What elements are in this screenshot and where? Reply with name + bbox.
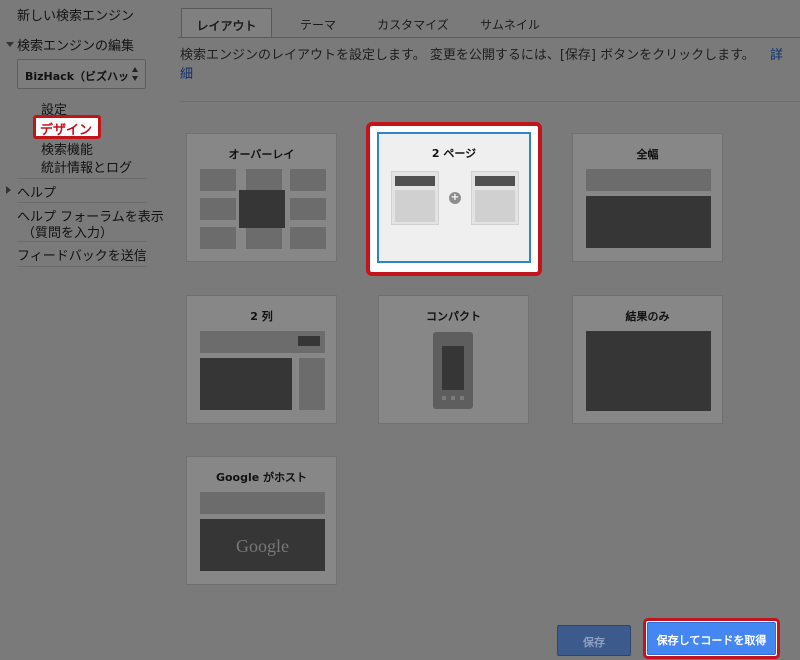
thumb-block [200,198,236,220]
phone-key [460,396,464,400]
sidebar-item-search-features[interactable]: 検索機能 [41,139,93,158]
thumb-body [395,190,435,222]
layout-label: オーバーレイ [228,148,295,161]
page-thumb [391,171,439,225]
help-forum-link-continued[interactable]: （質問を入力） [22,222,113,241]
new-engine-link[interactable]: 新しい検索エンジン [17,5,134,24]
help-link[interactable]: ヘルプ [17,182,56,201]
thumb-block [200,227,236,249]
chevron-down-icon[interactable] [6,42,14,47]
phone-icon [433,332,473,409]
sidebar-item-stats-logs[interactable]: 統計情報とログ [41,157,132,176]
edit-engine-link[interactable]: 検索エンジンの編集 [17,35,134,54]
thumb-block [586,331,711,411]
tab-thumbnail[interactable]: サムネイル [470,8,550,38]
thumb-block [299,358,325,410]
thumb-block [290,169,326,191]
thumb-bar [475,176,515,186]
layout-option-google-hosted[interactable]: Google がホスト Google [186,456,337,585]
layout-option-two-page[interactable]: 2 ページ + [377,132,531,263]
thumb-block [290,227,326,249]
layout-option-overlay[interactable]: オーバーレイ [186,133,337,262]
save-and-get-code-button[interactable]: 保存してコードを取得 [647,622,776,655]
help-forum-line2: （質問を入力） [22,226,114,241]
send-feedback-link[interactable]: フィードバックを送信 [17,245,147,264]
thumb-block [298,336,320,346]
sidebar-divider [17,178,147,179]
thumb-block [586,169,711,191]
layout-label: Google がホスト [215,471,308,484]
content-divider [180,101,800,102]
thumb-block [290,198,326,220]
layout-option-results-only[interactable]: 結果のみ [572,295,723,424]
google-logo: Google [236,536,289,556]
engine-select-value: BizHack（ビズハッ [25,70,130,83]
chevron-right-icon[interactable] [6,186,11,194]
tab-layout[interactable]: レイアウト [181,8,272,38]
details-link[interactable]: 詳 [770,48,783,63]
thumb-block [246,169,282,191]
layout-option-compact[interactable]: コンパクト [378,295,529,424]
thumb-body [475,190,515,222]
layout-description: 検索エンジンのレイアウトを設定します。 変更を公開するには、[保存] ボタンをク… [180,46,792,84]
layout-label: 結果のみ [625,310,670,323]
sidebar: 新しい検索エンジン 検索エンジンの編集 BizHack（ビズハッ 設定 デザイン… [0,0,170,660]
save-button[interactable]: 保存 [557,625,631,656]
layout-label: 全幅 [636,148,659,161]
layout-option-full-width[interactable]: 全幅 [572,133,723,262]
sidebar-item-design[interactable]: デザイン [33,115,101,139]
thumb-bar [395,176,435,186]
overlay-block [239,190,285,228]
layout-label: 2 ページ [431,147,477,160]
thumb-block [200,358,292,410]
thumb-block [246,227,282,249]
thumb-block [200,492,325,514]
page-thumb [471,171,519,225]
thumb-block [586,196,711,248]
phone-screen [442,346,464,390]
tabs-underline [178,37,800,38]
sidebar-divider [17,202,147,203]
sidebar-divider [17,266,147,267]
layout-label: 2 列 [250,310,273,323]
plus-icon: + [449,192,461,204]
phone-key [451,396,455,400]
sidebar-divider [17,241,147,242]
phone-key [442,396,446,400]
tab-theme[interactable]: テーマ [281,8,355,38]
tab-customize[interactable]: カスタマイズ [363,8,463,38]
layout-label: コンパクト [426,310,481,323]
engine-select[interactable]: BizHack（ビズハッ [17,59,146,89]
layout-option-two-column[interactable]: 2 列 [186,295,337,424]
thumb-block [200,169,236,191]
details-link-continued[interactable]: 細 [180,67,193,82]
select-arrows-icon [132,67,139,81]
description-text: 検索エンジンのレイアウトを設定します。 変更を公開するには、[保存] ボタンをク… [180,48,755,63]
